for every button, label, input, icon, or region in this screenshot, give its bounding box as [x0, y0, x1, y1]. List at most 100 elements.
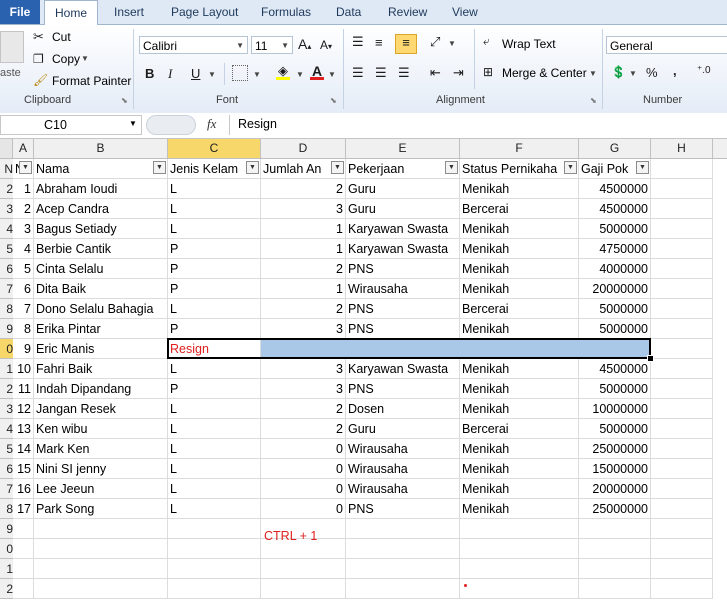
cell-gaji[interactable]: 4500000	[579, 359, 651, 379]
cell-jenis-kelamin[interactable]: L	[168, 479, 261, 499]
align-middle-icon[interactable]: ≡	[375, 35, 383, 50]
cell-empty[interactable]	[651, 219, 713, 239]
header-cell-jenis-kelamin[interactable]: Jenis Kelam ▼	[168, 159, 261, 179]
wrap-text-button[interactable]: Wrap Text	[502, 37, 556, 51]
row-header[interactable]: N	[0, 159, 13, 179]
underline-button[interactable]: U	[191, 66, 200, 81]
cell-pekerjaan[interactable]: Guru	[346, 179, 460, 199]
cell-jumlah-anak[interactable]: 3	[261, 199, 346, 219]
cell-no[interactable]: 2	[13, 199, 34, 219]
cell-jenis-kelamin[interactable]	[168, 579, 261, 599]
cell-status[interactable]	[460, 519, 579, 539]
tab-home[interactable]: Home	[44, 0, 98, 26]
cell-empty[interactable]	[651, 279, 713, 299]
grow-font-icon[interactable]: A▴	[298, 36, 311, 52]
cell-nama[interactable]: Dita Baik	[34, 279, 168, 299]
header-cell-empty[interactable]	[651, 159, 713, 179]
cell-pekerjaan[interactable]: PNS	[346, 299, 460, 319]
cell-empty[interactable]	[651, 299, 713, 319]
filter-dropdown-icon[interactable]: ▼	[331, 161, 344, 174]
cell-pekerjaan[interactable]: Wirausaha	[346, 459, 460, 479]
cell-empty[interactable]	[651, 239, 713, 259]
cell-pekerjaan[interactable]: Wirausaha	[346, 479, 460, 499]
shrink-font-icon[interactable]: A▾	[320, 38, 332, 52]
cell-jumlah-anak[interactable]: 3	[261, 359, 346, 379]
cell-nama[interactable]: Bagus Setiady	[34, 219, 168, 239]
row-header[interactable]: 6	[0, 259, 13, 279]
cell-pekerjaan[interactable]: Guru	[346, 419, 460, 439]
cell-gaji[interactable]	[579, 339, 651, 359]
cell-pekerjaan[interactable]	[346, 579, 460, 599]
cell-jumlah-anak[interactable]: 2	[261, 179, 346, 199]
cell-pekerjaan[interactable]	[346, 539, 460, 559]
cell-gaji[interactable]: 4500000	[579, 179, 651, 199]
row-header[interactable]: 9	[0, 319, 13, 339]
row-header[interactable]: 4	[0, 219, 13, 239]
cell-jumlah-anak[interactable]: 2	[261, 259, 346, 279]
row-header[interactable]: 8	[0, 299, 13, 319]
cell-nama[interactable]: Cinta Selalu	[34, 259, 168, 279]
header-cell-gaji[interactable]: Gaji Pok ▼	[579, 159, 651, 179]
cell-jumlah-anak[interactable]: 0	[261, 459, 346, 479]
font-color-dropdown-icon[interactable]: ▼	[328, 70, 336, 79]
borders-icon[interactable]	[232, 65, 248, 81]
cell-gaji[interactable]: 5000000	[579, 419, 651, 439]
cell-jenis-kelamin[interactable]: P	[168, 319, 261, 339]
column-header-c[interactable]: C	[168, 139, 261, 158]
font-name-select[interactable]: Calibri ▼	[139, 36, 248, 54]
cell-no[interactable]: 12	[13, 399, 34, 419]
cell-pekerjaan[interactable]: PNS	[346, 319, 460, 339]
name-box[interactable]: C10 ▼	[0, 115, 142, 135]
cell-gaji[interactable]: 20000000	[579, 279, 651, 299]
cell-nama[interactable]: Erika Pintar	[34, 319, 168, 339]
cell-no[interactable]: 17	[13, 499, 34, 519]
filter-dropdown-icon[interactable]: ▼	[445, 161, 458, 174]
cell-status[interactable]: Menikah	[460, 379, 579, 399]
cell-jenis-kelamin[interactable]	[168, 559, 261, 579]
cell-pekerjaan[interactable]: PNS	[346, 379, 460, 399]
tab-data[interactable]: Data	[336, 0, 361, 24]
cell-status[interactable]: Menikah	[460, 179, 579, 199]
cell-empty[interactable]	[651, 379, 713, 399]
tab-file[interactable]: File	[0, 0, 40, 24]
cell-jumlah-anak[interactable]	[261, 559, 346, 579]
cell-jenis-kelamin[interactable]: L	[168, 499, 261, 519]
cell-status[interactable]: Menikah	[460, 279, 579, 299]
cut-button[interactable]: Cut	[52, 30, 71, 44]
underline-dropdown-icon[interactable]: ▼	[208, 70, 216, 79]
cell-empty[interactable]	[651, 359, 713, 379]
cell-nama[interactable]: Mark Ken	[34, 439, 168, 459]
cell-nama[interactable]: Eric Manis	[34, 339, 168, 359]
fill-color-dropdown-icon[interactable]: ▼	[296, 70, 304, 79]
align-right-icon[interactable]: ☰	[398, 65, 410, 81]
cell-nama[interactable]: Jangan Resek	[34, 399, 168, 419]
cell-no[interactable]: 14	[13, 439, 34, 459]
cell-jenis-kelamin[interactable]: L	[168, 199, 261, 219]
cell-gaji[interactable]: 5000000	[579, 319, 651, 339]
row-header[interactable]: 0	[0, 539, 13, 559]
cell-jenis-kelamin[interactable]: L	[168, 359, 261, 379]
row-header[interactable]: 3	[0, 199, 13, 219]
cell-no[interactable]: 1	[13, 179, 34, 199]
merge-center-button[interactable]: Merge & Center	[502, 66, 587, 80]
cell-status[interactable]: Menikah	[460, 399, 579, 419]
cell-gaji[interactable]: 20000000	[579, 479, 651, 499]
cell-empty[interactable]	[651, 179, 713, 199]
font-size-select[interactable]: 11 ▼	[251, 36, 293, 54]
filter-dropdown-icon[interactable]: ▼	[153, 161, 166, 174]
fill-handle[interactable]	[647, 355, 654, 362]
cell-empty[interactable]	[651, 539, 713, 559]
cell-jenis-kelamin[interactable]: P	[168, 239, 261, 259]
header-cell-pekerjaan[interactable]: Pekerjaan ▼	[346, 159, 460, 179]
cell-nama[interactable]: Lee Jeeun	[34, 479, 168, 499]
cell-jenis-kelamin[interactable]: P	[168, 279, 261, 299]
cell-empty[interactable]	[651, 339, 713, 359]
cell-gaji[interactable]: 4750000	[579, 239, 651, 259]
cell-status[interactable]: Menikah	[460, 499, 579, 519]
borders-dropdown-icon[interactable]: ▼	[253, 70, 261, 79]
cell-gaji[interactable]	[579, 579, 651, 599]
cell-no[interactable]: 6	[13, 279, 34, 299]
filter-dropdown-icon[interactable]: ▼	[246, 161, 259, 174]
cell-nama[interactable]: Indah Dipandang	[34, 379, 168, 399]
row-header[interactable]: 0	[0, 339, 13, 359]
